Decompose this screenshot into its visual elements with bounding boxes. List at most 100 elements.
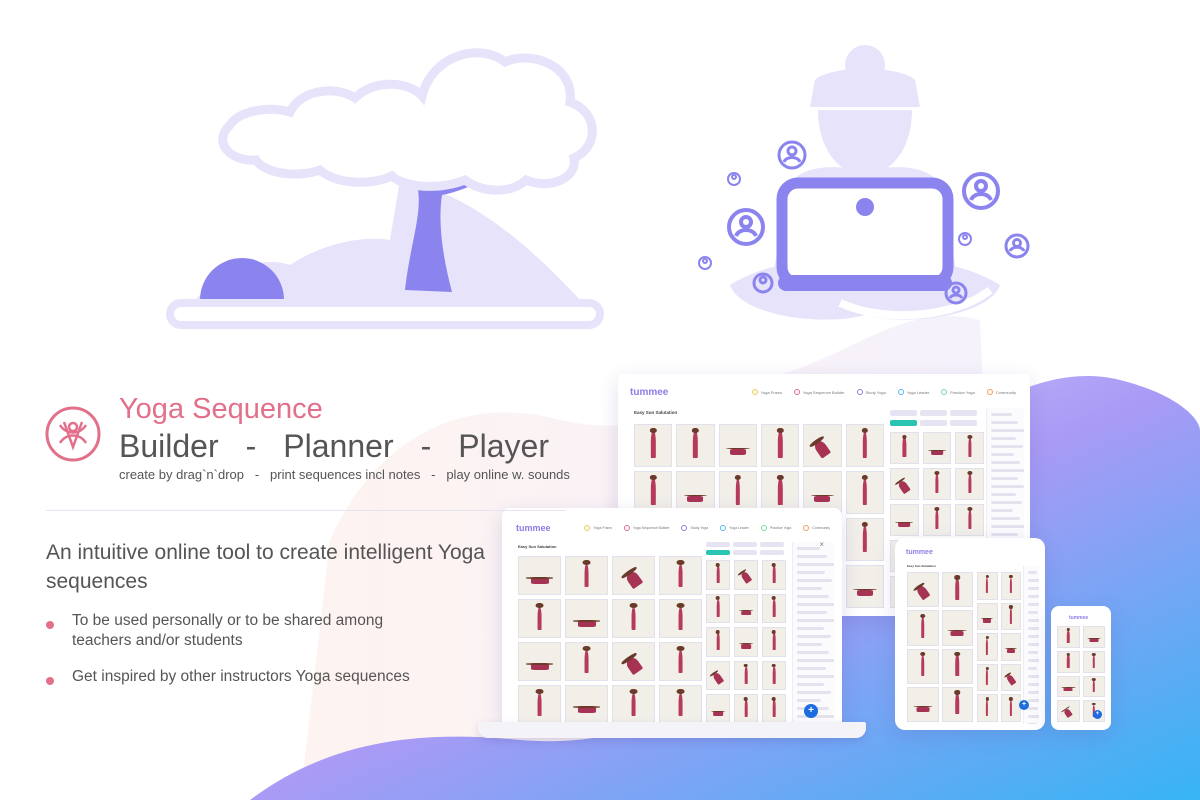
pose-thumbnail[interactable] — [734, 560, 758, 590]
category-item[interactable] — [1028, 571, 1037, 574]
pose-thumbnail[interactable] — [845, 424, 884, 467]
pose-thumbnail[interactable] — [659, 599, 702, 638]
category-item[interactable] — [797, 595, 830, 598]
pose-thumbnail[interactable] — [612, 642, 655, 681]
category-item[interactable] — [1028, 611, 1038, 614]
add-pose-button[interactable]: + — [1093, 710, 1102, 719]
pose-thumbnail[interactable] — [890, 504, 919, 536]
pose-thumbnail[interactable] — [706, 660, 730, 691]
app-logo[interactable]: tummee — [516, 523, 551, 533]
category-item[interactable] — [991, 533, 1018, 536]
pose-thumbnail[interactable] — [977, 694, 998, 722]
pose-thumbnail[interactable] — [977, 572, 998, 600]
pose-thumbnail[interactable] — [922, 468, 952, 500]
pose-thumbnail[interactable] — [941, 610, 973, 646]
category-item[interactable] — [797, 699, 822, 702]
pose-thumbnail[interactable] — [659, 685, 702, 724]
pose-thumbnail[interactable] — [941, 572, 973, 608]
pose-thumbnail[interactable] — [612, 685, 655, 724]
pose-thumbnail[interactable] — [803, 424, 842, 467]
category-item[interactable] — [1028, 651, 1039, 654]
category-item[interactable] — [1028, 723, 1038, 724]
pose-thumbnail[interactable] — [518, 556, 561, 595]
nav-item[interactable]: Study Yoga — [856, 389, 886, 395]
pose-thumbnail[interactable] — [734, 593, 758, 624]
category-item[interactable] — [1028, 595, 1039, 598]
add-pose-button[interactable]: + — [804, 704, 818, 718]
category-item[interactable] — [991, 429, 1024, 432]
category-item[interactable] — [991, 461, 1021, 464]
pose-thumbnail[interactable] — [612, 599, 655, 638]
category-item[interactable] — [1028, 659, 1039, 662]
category-item[interactable] — [1028, 667, 1038, 670]
pose-thumbnail[interactable] — [706, 627, 730, 657]
pose-thumbnail[interactable] — [845, 518, 884, 561]
pose-thumbnail[interactable] — [706, 560, 730, 590]
pose-thumbnail[interactable] — [845, 471, 884, 514]
pose-thumbnail[interactable] — [907, 610, 939, 646]
pose-thumbnail[interactable] — [922, 432, 952, 464]
category-item[interactable] — [1028, 691, 1039, 694]
pose-thumbnail[interactable] — [518, 599, 561, 638]
pose-thumbnail[interactable] — [659, 642, 702, 681]
pose-thumbnail[interactable] — [1000, 633, 1021, 661]
pose-thumbnail[interactable] — [518, 642, 561, 681]
category-item[interactable] — [991, 501, 1023, 504]
pose-thumbnail[interactable] — [955, 432, 984, 464]
pose-thumbnail[interactable] — [706, 694, 730, 724]
category-item[interactable] — [797, 683, 824, 686]
nav-item[interactable]: Yoga Sequence Builder — [623, 525, 669, 531]
category-item[interactable] — [1028, 603, 1039, 606]
nav-item[interactable]: Yoga Poses — [751, 389, 782, 395]
category-item[interactable] — [991, 437, 1017, 440]
pose-thumbnail[interactable] — [518, 685, 561, 724]
category-item[interactable] — [797, 675, 834, 678]
pose-thumbnail[interactable] — [1057, 650, 1080, 673]
category-item[interactable] — [797, 547, 821, 550]
pose-thumbnail[interactable] — [977, 633, 998, 661]
pose-thumbnail[interactable] — [734, 660, 758, 691]
pose-thumbnail[interactable] — [890, 468, 919, 500]
category-item[interactable] — [1028, 707, 1039, 710]
nav-item[interactable]: Yoga Leader — [897, 389, 929, 395]
category-item[interactable] — [991, 517, 1020, 520]
pose-thumbnail[interactable] — [634, 424, 673, 467]
pose-thumbnail[interactable] — [907, 648, 939, 684]
pose-thumbnail[interactable] — [977, 602, 998, 631]
pose-thumbnail[interactable] — [762, 694, 786, 724]
pose-thumbnail[interactable] — [1000, 663, 1021, 692]
category-item[interactable] — [797, 603, 834, 606]
pose-thumbnail[interactable] — [565, 642, 608, 681]
category-item[interactable] — [1028, 643, 1039, 646]
category-item[interactable] — [991, 453, 1014, 456]
pose-thumbnail[interactable] — [718, 424, 757, 467]
category-item[interactable] — [1028, 683, 1039, 686]
pose-thumbnail[interactable] — [762, 627, 786, 657]
pose-thumbnail[interactable] — [565, 599, 608, 638]
category-item[interactable] — [1028, 587, 1039, 590]
category-item[interactable] — [991, 445, 1023, 448]
pose-thumbnail[interactable] — [612, 556, 655, 595]
app-logo[interactable]: tummee — [630, 387, 668, 398]
category-item[interactable] — [1028, 675, 1039, 678]
category-item[interactable] — [797, 667, 827, 670]
nav-item[interactable]: Study Yoga — [681, 525, 708, 531]
category-item[interactable] — [797, 643, 822, 646]
pose-thumbnail[interactable] — [955, 468, 984, 500]
category-item[interactable] — [1028, 635, 1039, 638]
category-item[interactable] — [1028, 579, 1039, 582]
app-logo[interactable]: tummee — [906, 549, 933, 556]
category-item[interactable] — [991, 493, 1016, 496]
pose-thumbnail[interactable] — [1000, 572, 1021, 600]
category-item[interactable] — [991, 509, 1014, 512]
nav-item[interactable]: Yoga Leader — [720, 525, 749, 531]
pose-thumbnail[interactable] — [1082, 675, 1105, 698]
nav-item[interactable]: Community — [986, 389, 1016, 395]
pose-thumbnail[interactable] — [1082, 650, 1105, 673]
nav-item[interactable]: Practice Yoga — [941, 389, 975, 395]
pose-thumbnail[interactable] — [565, 685, 608, 724]
category-item[interactable] — [797, 563, 834, 566]
category-item[interactable] — [797, 555, 828, 558]
pose-thumbnail[interactable] — [760, 424, 800, 467]
category-item[interactable] — [797, 635, 832, 638]
